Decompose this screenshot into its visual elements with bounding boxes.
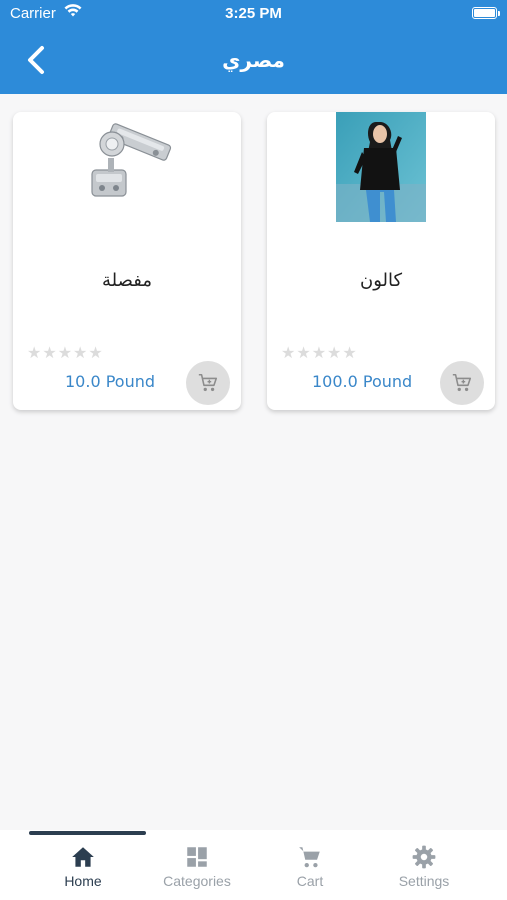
tab-settings[interactable]: Settings — [369, 844, 479, 896]
tab-bar: Home Categories Cart Settings — [0, 830, 507, 900]
tab-home[interactable]: Home — [28, 844, 138, 896]
product-name[interactable]: كالون — [267, 270, 495, 291]
product-name[interactable]: مفصلة — [13, 270, 241, 291]
battery-icon — [472, 7, 500, 19]
product-price: 100.0 Pound — [312, 372, 413, 391]
tab-cart[interactable]: Cart — [255, 844, 365, 896]
tab-label: Categories — [163, 873, 231, 889]
product-image — [336, 112, 426, 222]
product-price: 10.0 Pound — [65, 372, 156, 391]
home-icon — [72, 847, 94, 867]
tab-label: Settings — [398, 873, 450, 889]
grid-icon — [187, 847, 207, 867]
add-to-cart-button[interactable] — [186, 361, 230, 405]
cart-icon — [198, 373, 218, 392]
tab-categories[interactable]: Categories — [142, 844, 252, 896]
page-title: مصري — [222, 48, 285, 72]
gear-icon — [412, 845, 436, 869]
product-image — [82, 112, 172, 222]
cart-icon — [452, 373, 472, 392]
tab-label: Home — [64, 873, 102, 889]
nav-bar: مصري — [0, 26, 507, 94]
tab-label: Cart — [296, 873, 324, 889]
rating-stars: ★★★★★ — [27, 343, 104, 362]
add-to-cart-button[interactable] — [440, 361, 484, 405]
clock: 3:25 PM — [225, 5, 282, 22]
status-bar: Carrier 3:25 PM — [0, 0, 507, 26]
product-card[interactable]: كالون ★★★★★ 100.0 Pound — [267, 112, 495, 410]
product-card[interactable]: مفصلة ★★★★★ 10.0 Pound — [13, 112, 241, 410]
active-tab-indicator — [29, 831, 146, 835]
cart-icon — [299, 847, 320, 868]
rating-stars: ★★★★★ — [281, 343, 358, 362]
